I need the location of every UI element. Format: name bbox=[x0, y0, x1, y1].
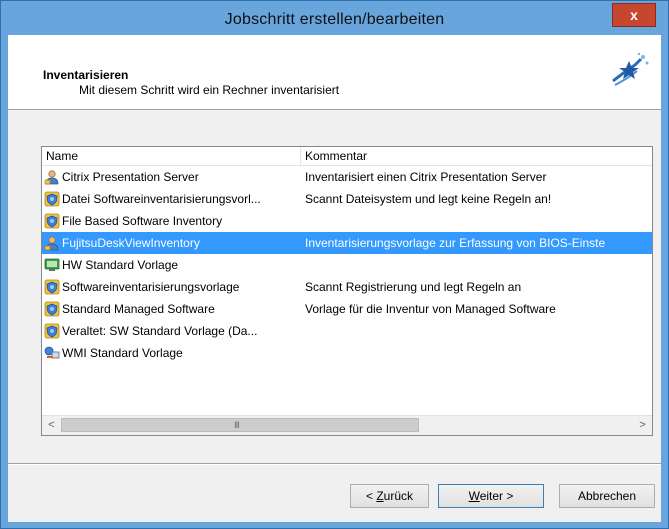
page-title: Inventarisieren bbox=[43, 68, 129, 82]
title-bar[interactable]: Jobschritt erstellen/bearbeiten x bbox=[1, 1, 668, 35]
list-item-comment: Vorlage für die Inventur von Managed Sof… bbox=[305, 302, 556, 316]
page-subtitle: Mit diesem Schritt wird ein Rechner inve… bbox=[79, 83, 340, 97]
template-list[interactable]: Name Kommentar Citrix Presentation Serve… bbox=[41, 146, 653, 436]
dialog-client: Inventarisieren Mit diesem Schritt wird … bbox=[8, 35, 661, 522]
list-item[interactable]: HW Standard Vorlage bbox=[42, 254, 652, 276]
list-body: Citrix Presentation Server Inventarisiert… bbox=[42, 166, 652, 364]
list-item[interactable]: WMI Standard Vorlage bbox=[42, 342, 652, 364]
list-item[interactable]: Datei Softwareinventarisierungsvorl... Sc… bbox=[42, 188, 652, 210]
column-header-comment[interactable]: Kommentar bbox=[305, 149, 367, 163]
shield-icon bbox=[44, 279, 60, 295]
scroll-left-button[interactable]: < bbox=[43, 417, 60, 433]
shield-icon bbox=[44, 301, 60, 317]
cancel-button[interactable]: Abbrechen bbox=[559, 484, 655, 508]
scroll-right-button[interactable]: > bbox=[634, 417, 651, 433]
list-item-name: Veraltet: SW Standard Vorlage (Da... bbox=[62, 324, 258, 338]
footer-divider-highlight bbox=[8, 464, 661, 465]
window-title: Jobschritt erstellen/bearbeiten bbox=[224, 11, 445, 28]
list-item[interactable]: File Based Software Inventory bbox=[42, 210, 652, 232]
column-divider[interactable] bbox=[300, 147, 301, 165]
list-item[interactable]: FujitsuDeskViewInventory Inventarisierung… bbox=[42, 232, 652, 254]
list-item[interactable]: Softwareinventarisierungsvorlage Scannt R… bbox=[42, 276, 652, 298]
list-item-name: Datei Softwareinventarisierungsvorl... bbox=[62, 192, 261, 206]
list-item-name: File Based Software Inventory bbox=[62, 214, 223, 228]
close-icon: x bbox=[630, 7, 638, 23]
next-button-label: Weiter > bbox=[468, 489, 514, 503]
user-icon bbox=[44, 169, 60, 185]
back-button[interactable]: < Zurück bbox=[350, 484, 429, 508]
list-item-comment: Inventarisierungsvorlage zur Erfassung v… bbox=[305, 236, 606, 250]
chevron-right-icon: > bbox=[639, 419, 646, 431]
close-button[interactable]: x bbox=[612, 3, 656, 27]
shield-icon bbox=[44, 191, 60, 207]
list-item-name: Standard Managed Software bbox=[62, 302, 215, 316]
list-header: Name Kommentar bbox=[42, 147, 652, 166]
shield-icon bbox=[44, 323, 60, 339]
list-item[interactable]: Citrix Presentation Server Inventarisiert… bbox=[42, 166, 652, 188]
shield-icon bbox=[44, 213, 60, 229]
list-item[interactable]: Standard Managed Software Vorlage für die… bbox=[42, 298, 652, 320]
back-button-label: < Zurück bbox=[365, 489, 414, 503]
list-item-name: WMI Standard Vorlage bbox=[62, 346, 183, 360]
list-item-name: Citrix Presentation Server bbox=[62, 170, 199, 184]
next-button[interactable]: Weiter > bbox=[438, 484, 544, 508]
column-header-name[interactable]: Name bbox=[46, 149, 78, 163]
dialog-window: Jobschritt erstellen/bearbeiten x Invent… bbox=[0, 0, 669, 529]
user-icon bbox=[44, 235, 60, 251]
scroll-thumb[interactable]: III bbox=[61, 418, 419, 432]
network-icon bbox=[44, 345, 60, 361]
list-item-comment: Scannt Registrierung und legt Regeln an bbox=[305, 280, 522, 294]
wizard-header: Inventarisieren Mit diesem Schritt wird … bbox=[8, 35, 661, 110]
horizontal-scrollbar[interactable]: < III > bbox=[42, 415, 652, 435]
cancel-button-label: Abbrechen bbox=[577, 489, 637, 503]
grip-icon: III bbox=[234, 421, 240, 431]
list-item-name: FujitsuDeskViewInventory bbox=[62, 236, 200, 250]
chevron-left-icon: < bbox=[48, 419, 55, 431]
list-item-comment: Inventarisiert einen Citrix Presentation… bbox=[305, 170, 547, 184]
list-item-comment: Scannt Dateisystem und legt keine Regeln… bbox=[305, 192, 552, 206]
wizard-star-icon bbox=[612, 52, 649, 86]
list-item-name: HW Standard Vorlage bbox=[62, 258, 179, 272]
monitor-icon bbox=[44, 257, 60, 273]
list-item[interactable]: Veraltet: SW Standard Vorlage (Da... bbox=[42, 320, 652, 342]
list-item-name: Softwareinventarisierungsvorlage bbox=[62, 280, 240, 294]
